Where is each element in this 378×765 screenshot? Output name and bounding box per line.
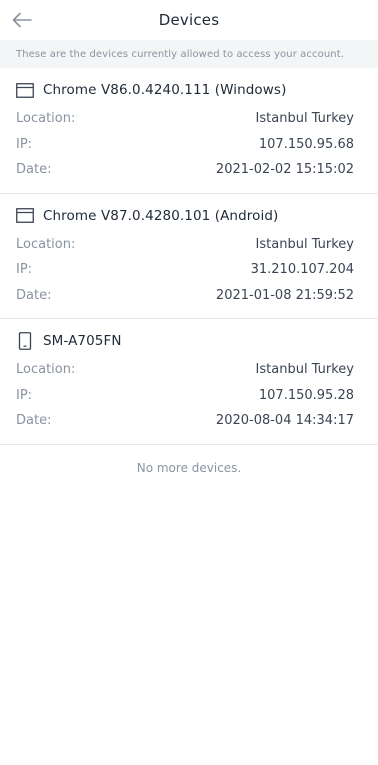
browser-window-icon xyxy=(16,81,34,99)
ip-row: IP: 107.150.95.68 xyxy=(16,132,354,158)
date-row: Date: 2021-02-02 15:15:02 xyxy=(16,157,354,183)
ip-row: IP: 31.210.107.204 xyxy=(16,257,354,283)
location-row: Location: Istanbul Turkey xyxy=(16,232,354,258)
ip-value: 107.150.95.28 xyxy=(258,387,354,403)
end-of-list-note: No more devices. xyxy=(136,460,242,475)
location-value: Istanbul Turkey xyxy=(255,362,354,378)
ip-label: IP: xyxy=(16,387,33,403)
date-row: Date: 2020-08-04 14:34:17 xyxy=(16,408,354,434)
date-value: 2021-01-08 21:59:52 xyxy=(215,287,354,303)
arrow-left-icon xyxy=(12,12,32,28)
location-row: Location: Istanbul Turkey xyxy=(16,357,354,383)
date-row: Date: 2021-01-08 21:59:52 xyxy=(16,283,354,309)
ip-row: IP: 107.150.95.28 xyxy=(16,383,354,409)
ip-value: 31.210.107.204 xyxy=(250,262,354,278)
top-bar: Devices xyxy=(0,0,378,40)
ip-label: IP: xyxy=(16,262,33,278)
device-card: Chrome V86.0.4240.111 (Windows) Location… xyxy=(0,68,378,194)
info-banner: These are the devices currently allowed … xyxy=(0,40,378,68)
device-name: Chrome V87.0.4280.101 (Android) xyxy=(43,207,279,224)
location-value: Istanbul Turkey xyxy=(255,111,354,127)
device-name: Chrome V86.0.4240.111 (Windows) xyxy=(43,82,287,98)
location-label: Location: xyxy=(16,236,76,252)
ip-value: 107.150.95.68 xyxy=(258,136,354,152)
location-row: Location: Istanbul Turkey xyxy=(16,106,354,132)
date-value: 2020-08-04 14:34:17 xyxy=(215,413,354,429)
date-label: Date: xyxy=(16,162,52,178)
browser-window-icon xyxy=(16,207,34,225)
date-label: Date: xyxy=(16,287,52,303)
page-title: Devices xyxy=(158,11,220,29)
date-label: Date: xyxy=(16,413,52,429)
back-button[interactable] xyxy=(10,8,34,32)
location-label: Location: xyxy=(16,111,76,127)
phone-icon xyxy=(16,332,34,350)
device-card: SM-A705FN Location: Istanbul Turkey IP: … xyxy=(0,319,378,445)
date-value: 2021-02-02 15:15:02 xyxy=(215,162,354,178)
ip-label: IP: xyxy=(16,136,33,152)
location-label: Location: xyxy=(16,362,76,378)
device-card: Chrome V87.0.4280.101 (Android) Location… xyxy=(0,194,378,319)
location-value: Istanbul Turkey xyxy=(255,236,354,252)
device-name: SM-A705FN xyxy=(43,333,122,349)
